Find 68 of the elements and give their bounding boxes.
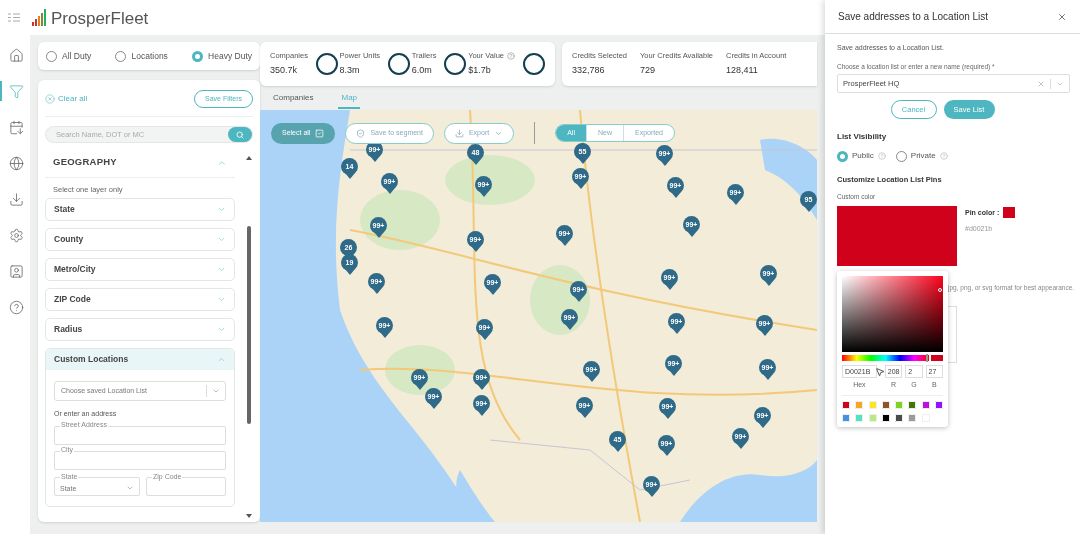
current-color-icon <box>931 355 943 362</box>
color-swatch[interactable] <box>855 400 864 409</box>
saturation-area[interactable] <box>842 276 943 353</box>
color-swatch[interactable] <box>934 400 943 409</box>
scrollbar[interactable] <box>246 156 252 518</box>
color-swatch[interactable] <box>908 413 917 422</box>
color-swatch[interactable] <box>842 413 850 422</box>
shield-icon <box>356 128 366 138</box>
menu-icon[interactable] <box>8 13 20 22</box>
filter-icon <box>8 83 24 99</box>
id-badge-icon <box>8 263 24 279</box>
pin-color-swatch <box>1003 207 1016 219</box>
search-button[interactable] <box>228 127 252 142</box>
ring-chart <box>444 53 467 75</box>
calendar-icon <box>8 119 24 135</box>
help-icon[interactable] <box>507 51 515 60</box>
ring-chart <box>523 53 545 75</box>
stat-value: $1.7b <box>468 64 492 78</box>
download-icon <box>8 191 24 207</box>
color-swatch[interactable] <box>895 413 903 422</box>
close-icon[interactable] <box>1057 11 1067 22</box>
section-title: List Visibility <box>837 131 888 144</box>
color-swatch[interactable] <box>868 400 877 409</box>
panel-title: Save addresses to a Location List <box>838 10 989 24</box>
color-swatch[interactable] <box>908 400 917 409</box>
checkbox-icon <box>315 128 325 138</box>
globe-icon <box>8 155 24 171</box>
radio-button[interactable] <box>192 50 204 62</box>
color-swatch[interactable] <box>842 400 850 409</box>
color-swatch[interactable] <box>895 400 903 409</box>
credit-value: 128,411 <box>726 64 759 78</box>
radio-label: All Duty <box>62 49 92 63</box>
radio-button[interactable] <box>895 150 907 162</box>
settings-icon <box>8 227 24 243</box>
logo-bars-icon <box>32 8 48 27</box>
section-title: GEOGRAPHY <box>53 155 117 170</box>
color-preview[interactable] <box>837 206 957 267</box>
stat-value: 6.0m <box>411 64 433 78</box>
radio-button[interactable] <box>115 50 127 62</box>
view-tab[interactable]: Companies <box>270 92 317 109</box>
radio-label: Heavy Duty <box>208 49 252 63</box>
radio-label: Private <box>910 150 936 163</box>
hue-slider[interactable] <box>842 355 929 362</box>
color-swatch[interactable] <box>855 413 864 422</box>
ring-chart <box>388 53 411 75</box>
hue-thumb[interactable] <box>926 354 929 363</box>
help-icon <box>8 299 24 315</box>
cursor-icon <box>875 367 885 378</box>
home-icon <box>8 47 24 63</box>
radio-button[interactable] <box>837 150 848 162</box>
search-icon <box>236 130 244 139</box>
color-swatch[interactable] <box>881 413 890 422</box>
color-swatch[interactable] <box>881 400 890 409</box>
color-swatch[interactable] <box>921 400 930 409</box>
color-swatch[interactable] <box>868 413 877 422</box>
credit-value: 332,786 <box>572 64 606 78</box>
stat-value: 8.3m <box>339 64 361 78</box>
stat-value: 350.7k <box>270 64 299 78</box>
download-icon <box>454 128 464 138</box>
radio-button[interactable] <box>46 50 57 62</box>
accordion-header[interactable]: Custom Locations <box>46 349 234 371</box>
logo-text: ProsperFleet <box>51 9 149 27</box>
credit-value: 729 <box>640 64 657 78</box>
radio-label: Public <box>852 150 874 163</box>
clear-icon[interactable] <box>1037 79 1045 88</box>
radio-label: Locations <box>131 49 168 63</box>
ring-chart <box>315 53 338 75</box>
clear-icon <box>45 94 55 104</box>
